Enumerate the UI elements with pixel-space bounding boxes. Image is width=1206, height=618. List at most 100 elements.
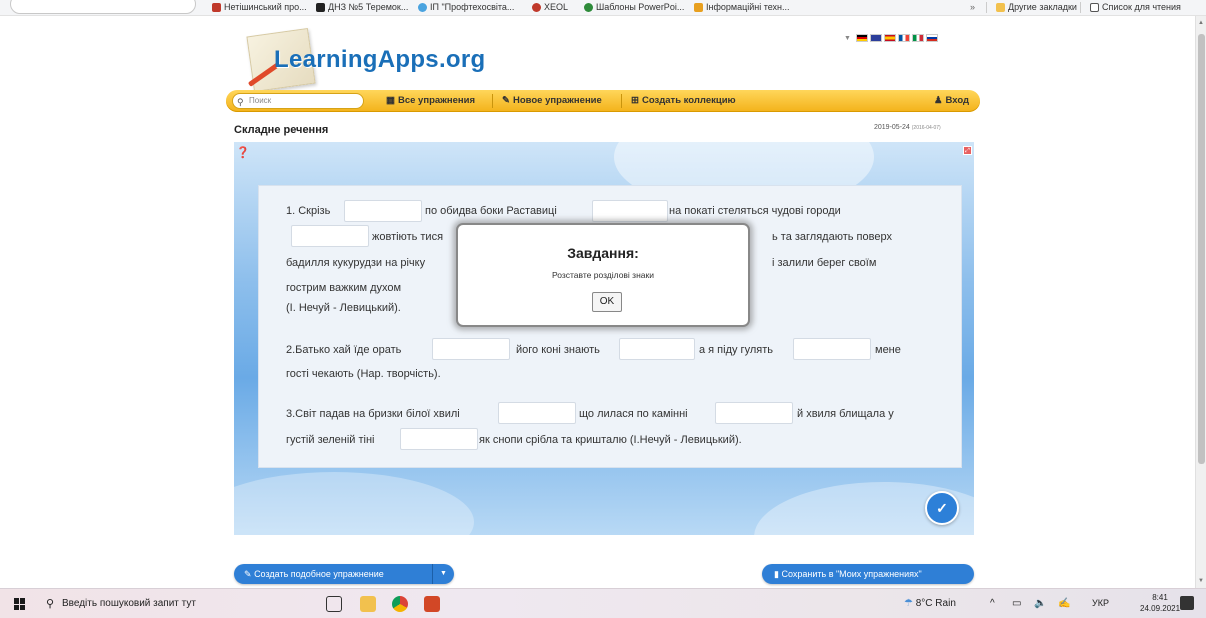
answer-blank[interactable] — [619, 338, 695, 360]
date-value: 2019-05-24 — [874, 124, 910, 131]
sentence-text: його коні знають — [516, 344, 600, 356]
answer-blank[interactable] — [715, 402, 793, 424]
logo-text: LearningApps.org — [274, 46, 486, 73]
save-to-my-exercises-button[interactable]: ▮ Сохранить в "Моих упражнениях" — [762, 564, 974, 584]
pen-icon[interactable]: ✍ — [1058, 598, 1070, 609]
search-input[interactable]: ⚲ Поиск — [232, 93, 364, 109]
weather-widget[interactable]: ☂ 8°C Rain — [904, 598, 956, 609]
flag-italian-icon[interactable] — [911, 34, 924, 42]
taskbar-search-input[interactable]: ⚲ Введіть пошуковий запит тут — [42, 593, 292, 615]
language-indicator[interactable]: УКР — [1092, 598, 1109, 608]
bookmark-label: XEOL — [544, 2, 569, 12]
collection-icon: ⊞ — [631, 95, 639, 106]
sentence-text: по обидва боки Раставиці — [425, 205, 557, 217]
bookmark-item[interactable]: Нетішинський про... — [212, 2, 307, 12]
background-cloud — [234, 472, 474, 535]
sentence-text: 3.Світ падав на бризки білої хвилі — [286, 408, 460, 420]
sentence-text: бадилля кукурудзи на річку — [286, 257, 426, 269]
answer-blank[interactable] — [498, 402, 576, 424]
reading-list-icon — [1090, 2, 1099, 12]
pencil-icon: ✎ — [502, 95, 510, 106]
answer-blank[interactable] — [793, 338, 871, 360]
more-label: » — [970, 2, 976, 12]
answer-blank[interactable] — [432, 338, 510, 360]
divider — [621, 94, 622, 108]
bookmarks-more-button[interactable]: » — [970, 2, 975, 12]
bookmark-item[interactable]: ДНЗ №5 Теремок... — [316, 2, 408, 12]
flag-spanish-icon[interactable] — [883, 34, 896, 42]
task-view-icon[interactable] — [326, 596, 342, 612]
powerpoint-icon[interactable] — [424, 596, 440, 612]
notification-icon[interactable] — [1180, 596, 1194, 610]
scroll-up-icon[interactable]: ▲ — [1198, 20, 1204, 26]
answer-blank[interactable] — [400, 428, 478, 450]
search-icon: ⚲ — [237, 97, 244, 107]
sentence-text: а я піду гулять — [699, 344, 773, 356]
windows-start-icon[interactable] — [14, 598, 26, 610]
edit-icon: ✎ — [244, 569, 252, 579]
bookmark-icon — [694, 2, 703, 12]
volume-icon[interactable]: 🔈 — [1034, 598, 1046, 609]
hint-icon[interactable]: ❓ — [236, 146, 250, 159]
fullscreen-icon[interactable]: ⤢ — [963, 146, 972, 155]
sentence-text: густій зеленій тіні — [286, 434, 375, 446]
reading-list-button[interactable]: Список для чтения — [1090, 2, 1181, 12]
bookmark-icon — [418, 2, 427, 12]
sentence-text: гості чекають (Нар. творчість). — [286, 368, 441, 380]
page-date: 2019-05-24 (2016-04-07) — [874, 124, 941, 131]
nav-label: Создать коллекцию — [641, 95, 736, 106]
taskbar-search-placeholder: Введіть пошуковий запит тут — [62, 598, 196, 609]
nav-new-exercise[interactable]: ✎ Новое упражнение — [502, 95, 602, 106]
divider — [492, 94, 493, 108]
answer-blank[interactable] — [291, 225, 369, 247]
main-nav: ⚲ Поиск ▦ Все упражнения ✎ Новое упражнение… — [226, 90, 980, 112]
network-icon[interactable]: ▭ — [1012, 598, 1021, 609]
file-explorer-icon[interactable] — [360, 596, 376, 612]
nav-all-exercises[interactable]: ▦ Все упражнения — [386, 95, 475, 106]
page-scrollbar[interactable]: ▲ ▼ — [1195, 16, 1206, 588]
sentence-text: що лилася по камінні — [579, 408, 688, 420]
date-created: (2016-04-07) — [911, 125, 941, 131]
user-icon: ♟ — [934, 95, 943, 106]
chevron-up-icon[interactable]: ^ — [990, 598, 995, 609]
flag-german-icon[interactable] — [855, 34, 868, 42]
address-bar[interactable] — [10, 0, 196, 14]
bookmark-item[interactable]: Шаблоны PowerPoi... — [584, 2, 684, 12]
scroll-down-icon[interactable]: ▼ — [1198, 578, 1204, 584]
flag-russian-icon[interactable] — [925, 34, 938, 42]
bookmarks-bar: Нетішинський про... ДНЗ №5 Теремок... ІП… — [0, 0, 1206, 16]
sentence-text: 2.Батько хай їде орать — [286, 344, 402, 356]
bookmark-item[interactable]: ІП "Профтехосвіта... — [418, 2, 514, 12]
answer-blank[interactable] — [592, 200, 668, 222]
check-answers-button[interactable]: ✓ — [925, 491, 959, 525]
bookmark-item[interactable]: XEOL — [532, 2, 568, 12]
flag-french-icon[interactable] — [897, 34, 910, 42]
os-taskbar: ⚲ Введіть пошуковий запит тут ☂ 8°C Rain … — [0, 588, 1206, 618]
search-placeholder: Поиск — [249, 96, 272, 105]
chevron-down-icon[interactable]: ▼ — [432, 564, 454, 584]
ok-button[interactable]: OK — [592, 292, 622, 312]
bookmark-icon — [212, 2, 221, 12]
sentence-text: і залили берег своїм — [772, 257, 877, 269]
check-icon: ✓ — [936, 500, 948, 516]
grid-icon: ▦ — [386, 95, 395, 106]
divider — [1080, 2, 1081, 13]
flag-english-icon[interactable] — [869, 34, 882, 42]
language-selector[interactable]: ▼ — [844, 34, 938, 42]
nav-create-collection[interactable]: ⊞ Создать коллекцию — [631, 95, 736, 106]
bookmark-label: ІП "Профтехосвіта... — [430, 2, 515, 12]
answer-blank[interactable] — [344, 200, 422, 222]
other-bookmarks-folder[interactable]: Другие закладки — [996, 2, 1077, 12]
login-link[interactable]: ♟ Вход — [934, 95, 969, 106]
bookmark-item[interactable]: Інформаційні техн... — [694, 2, 790, 12]
sentence-text: ь та заглядають поверх — [772, 231, 892, 243]
chevron-down-icon[interactable]: ▼ — [844, 35, 851, 42]
bookmark-label: Нетішинський про... — [224, 2, 307, 12]
scroll-thumb[interactable] — [1198, 34, 1205, 464]
create-similar-button[interactable]: ✎ Создать подобное упражнение ▼ — [234, 564, 454, 584]
chrome-icon[interactable] — [392, 596, 408, 612]
system-clock[interactable]: 8:41 24.09.2021 — [1140, 592, 1180, 614]
page-title: Складне речення — [234, 124, 329, 136]
bookmark-label: Інформаційні техн... — [706, 2, 790, 12]
site-logo[interactable]: LearningApps.org — [240, 24, 490, 94]
